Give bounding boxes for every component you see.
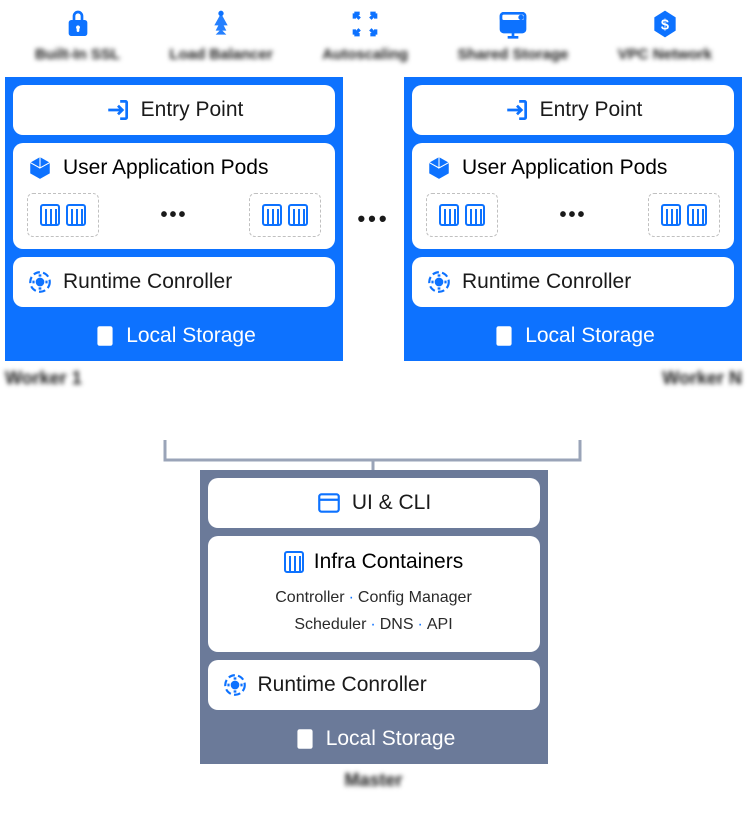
gear-cycle-icon: [27, 269, 53, 295]
workers-row: Entry Point User Application Pods ••• Ru…: [0, 77, 747, 361]
worker-ellipsis: •••: [357, 206, 389, 232]
local-storage-row: Local Storage: [412, 315, 734, 353]
pod-group: [648, 193, 720, 237]
top-features-row: Built-In SSL Load Balancer Autoscaling S…: [0, 0, 747, 63]
worker-box-n: Entry Point User Application Pods ••• Ru…: [404, 77, 742, 361]
lock-icon: [62, 8, 94, 40]
runtime-label: Runtime Conroller: [258, 673, 427, 697]
pod-group: [249, 193, 321, 237]
gear-cycle-icon: [426, 269, 452, 295]
pod-icon: [66, 204, 86, 226]
pods-row: •••: [426, 193, 720, 237]
entry-point-label: Entry Point: [540, 98, 643, 122]
entry-point-label: Entry Point: [141, 98, 244, 122]
runtime-card: Runtime Conroller: [412, 257, 734, 307]
svg-text:$: $: [661, 17, 669, 33]
pod-icon: [40, 204, 60, 226]
entry-point-card: Entry Point: [13, 85, 335, 135]
feature-balancer: Load Balancer: [169, 8, 272, 63]
pods-title: User Application Pods: [462, 156, 667, 180]
feature-label: Autoscaling: [322, 46, 408, 63]
entry-icon: [504, 97, 530, 123]
pods-card: User Application Pods •••: [412, 143, 734, 249]
master-container: UI & CLI Infra Containers Controller·Con…: [200, 470, 548, 791]
master-box: UI & CLI Infra Containers Controller·Con…: [200, 470, 548, 764]
entry-point-card: Entry Point: [412, 85, 734, 135]
disk-icon: [92, 323, 118, 349]
ui-cli-label: UI & CLI: [352, 491, 431, 515]
autoscale-icon: [349, 8, 381, 40]
runtime-card: Runtime Conroller: [13, 257, 335, 307]
local-storage-label: Local Storage: [326, 727, 456, 751]
local-storage-label: Local Storage: [525, 324, 655, 348]
infra-title: Infra Containers: [314, 550, 463, 574]
feature-network: $ VPC Network: [618, 8, 712, 63]
worker-n-label: Worker N: [662, 368, 742, 389]
pod-ellipsis: •••: [559, 204, 586, 227]
pod-icon: [288, 204, 308, 226]
feature-label: Shared Storage: [457, 46, 568, 63]
local-storage-label: Local Storage: [126, 324, 256, 348]
pod-group: [426, 193, 498, 237]
pod-icon: [661, 204, 681, 226]
ui-cli-card: UI & CLI: [208, 478, 540, 528]
pods-title: User Application Pods: [63, 156, 268, 180]
storage-icon: [497, 8, 529, 40]
pods-card: User Application Pods •••: [13, 143, 335, 249]
pod-icon: [439, 204, 459, 226]
disk-icon: [491, 323, 517, 349]
pod-icon: [465, 204, 485, 226]
feature-storage: Shared Storage: [457, 8, 568, 63]
balancer-icon: [205, 8, 237, 40]
pod-group: [27, 193, 99, 237]
local-storage-row: Local Storage: [208, 718, 540, 756]
feature-ssl: Built-In SSL: [35, 8, 120, 63]
feature-label: Built-In SSL: [35, 46, 120, 63]
runtime-label: Runtime Conroller: [63, 270, 232, 294]
master-label: Master: [200, 770, 548, 791]
pod-icon: [687, 204, 707, 226]
runtime-card: Runtime Conroller: [208, 660, 540, 710]
local-storage-row: Local Storage: [13, 315, 335, 353]
window-icon: [316, 490, 342, 516]
gear-cycle-icon: [222, 672, 248, 698]
infra-list: Controller·Config Manager Scheduler·DNS·…: [222, 584, 526, 638]
feature-label: VPC Network: [618, 46, 712, 63]
feature-autoscale: Autoscaling: [322, 8, 408, 63]
infra-card: Infra Containers Controller·Config Manag…: [208, 536, 540, 652]
pod-icon: [262, 204, 282, 226]
worker-1-label: Worker 1: [5, 368, 82, 389]
container-icon: [284, 551, 304, 573]
runtime-label: Runtime Conroller: [462, 270, 631, 294]
pods-row: •••: [27, 193, 321, 237]
pod-ellipsis: •••: [160, 204, 187, 227]
worker-box-1: Entry Point User Application Pods ••• Ru…: [5, 77, 343, 361]
box-icon: [426, 155, 452, 181]
disk-icon: [292, 726, 318, 752]
box-icon: [27, 155, 53, 181]
network-icon: $: [649, 8, 681, 40]
feature-label: Load Balancer: [169, 46, 272, 63]
entry-icon: [105, 97, 131, 123]
